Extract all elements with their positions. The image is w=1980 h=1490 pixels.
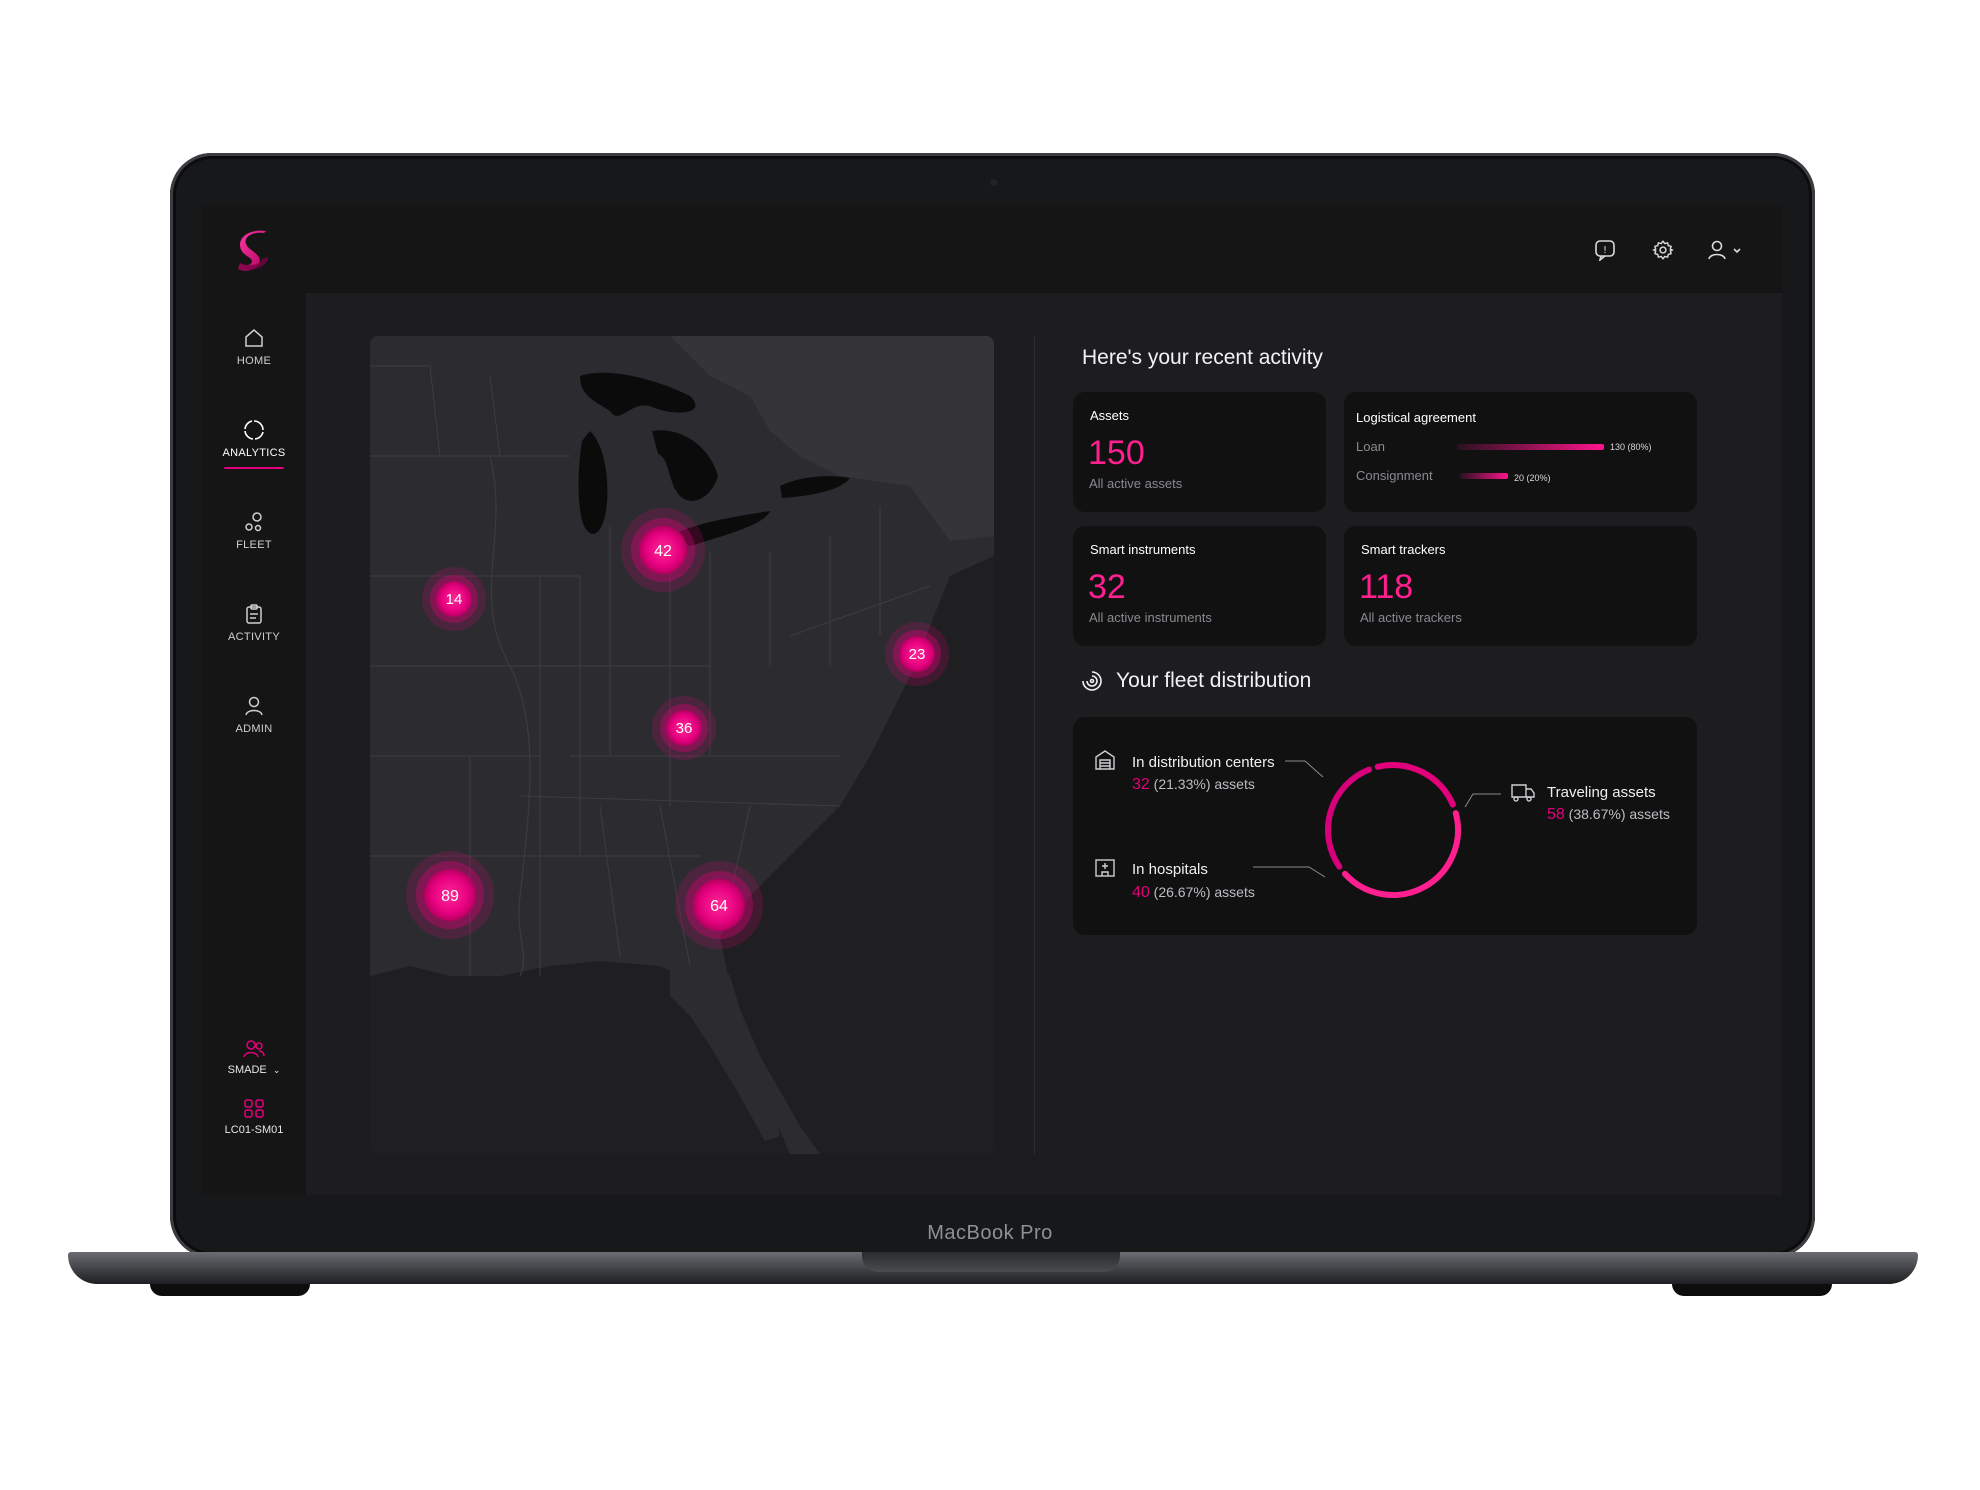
assets-card[interactable]: Assets 150 All active assets	[1073, 392, 1326, 512]
smart-instruments-card[interactable]: Smart instruments 32 All active instrume…	[1073, 526, 1326, 646]
camera-dot	[990, 179, 997, 186]
agreement-label-consignment: Consignment	[1356, 468, 1433, 483]
cluster-count: 36	[676, 720, 693, 737]
fleet-donut-chart	[1253, 760, 1501, 898]
leader-line-traveling	[1464, 793, 1501, 808]
chevron-down-icon	[1733, 248, 1741, 254]
org-label: SMADE	[227, 1064, 267, 1076]
sidebar-item-home[interactable]: HOME	[202, 327, 306, 367]
map-cluster-36[interactable]: 36	[652, 696, 716, 760]
assets-count: 150	[1088, 434, 1145, 472]
laptop-notch	[862, 1252, 1120, 1272]
sidebar-item-label: ADMIN	[235, 723, 273, 735]
chevron-down-icon: ⌄	[272, 1065, 281, 1075]
map-cluster-89[interactable]: 89	[406, 851, 494, 939]
map-cluster-23[interactable]: 23	[885, 622, 949, 686]
agreement-label-loan: Loan	[1356, 439, 1385, 454]
cluster-count: 23	[909, 646, 926, 663]
consignment-value: 20 (20%)	[1514, 473, 1551, 483]
clipboard-icon	[246, 604, 262, 624]
grid-icon	[244, 1099, 264, 1118]
fleet-distribution-card: In distribution centers 32 (21.33%) asse…	[1073, 717, 1697, 935]
card-title: Assets	[1090, 408, 1130, 423]
cluster-layer: 42 14 23 36 89 64	[406, 508, 949, 949]
analytics-icon	[244, 420, 264, 440]
sidebar-item-label: ACTIVITY	[228, 631, 280, 643]
admin-user-icon	[245, 696, 263, 716]
sidebar-item-analytics[interactable]: ANALYTICS	[202, 419, 306, 469]
cluster-count: 89	[441, 888, 459, 905]
smart-trackers-card[interactable]: Smart trackers 118 All active trackers	[1344, 526, 1697, 646]
trackers-count: 118	[1359, 568, 1414, 606]
user-icon	[1708, 240, 1741, 260]
cluster-count: 14	[446, 591, 463, 608]
loan-value: 130 (80%)	[1610, 442, 1652, 452]
loan-bar	[1457, 444, 1604, 450]
card-subtitle: All active trackers	[1360, 610, 1462, 625]
top-bar: !	[202, 205, 1782, 293]
sidebar-item-admin[interactable]: ADMIN	[202, 695, 306, 735]
brand-logo-icon[interactable]	[234, 229, 274, 273]
laptop-brand: MacBook Pro	[927, 1222, 1053, 1244]
card-subtitle: All active assets	[1089, 476, 1183, 491]
gear-icon[interactable]	[1648, 235, 1678, 265]
fleet-map[interactable]: 42 14 23 36 89 64	[370, 336, 994, 1154]
org-switcher[interactable]: SMADE ⌄	[202, 1039, 306, 1076]
app-screen: ! HOME ANALYTICS FLEET ACTIVITY ADMIN SM…	[202, 205, 1782, 1195]
logistical-agreement-card[interactable]: Logistical agreement Loan 130 (80%) Cons…	[1344, 392, 1697, 512]
user-menu-button[interactable]	[1706, 235, 1752, 265]
svg-text:!: !	[1603, 245, 1607, 256]
consignment-bar	[1460, 473, 1508, 479]
leader-line-hospitals	[1253, 866, 1326, 878]
sidebar: HOME ANALYTICS FLEET ACTIVITY ADMIN SMAD…	[202, 293, 306, 1195]
cluster-count: 64	[710, 898, 728, 915]
panel-divider	[1034, 336, 1035, 1154]
recent-activity-title: Here's your recent activity	[1082, 346, 1323, 369]
sidebar-item-fleet[interactable]: FLEET	[202, 511, 306, 551]
active-indicator	[224, 467, 284, 469]
map-cluster-42[interactable]: 42	[621, 508, 705, 592]
donut-segment-distribution-centers[interactable]	[1374, 762, 1456, 808]
instruments-count: 32	[1088, 568, 1126, 606]
donut-arcs	[1325, 762, 1461, 898]
device-switcher[interactable]: LC01-SM01	[202, 1099, 306, 1136]
group-icon	[243, 1040, 265, 1058]
map-cluster-14[interactable]: 14	[422, 567, 486, 631]
sidebar-item-label: FLEET	[236, 539, 272, 551]
donut-segment-hospitals[interactable]	[1325, 766, 1373, 870]
help-bubble-icon[interactable]: !	[1590, 235, 1620, 265]
sidebar-item-activity[interactable]: ACTIVITY	[202, 603, 306, 643]
card-title: Smart trackers	[1361, 542, 1446, 557]
donut-segment-traveling[interactable]	[1341, 810, 1461, 898]
fleet-icon	[245, 512, 262, 532]
card-title: Logistical agreement	[1356, 410, 1476, 425]
card-title: Smart instruments	[1090, 542, 1196, 557]
home-icon	[245, 329, 263, 347]
map-cluster-64[interactable]: 64	[675, 861, 763, 949]
laptop-foot-right	[1672, 1284, 1832, 1296]
leader-line-distribution	[1285, 760, 1324, 778]
fleet-distribution-title: Your fleet distribution	[1116, 669, 1312, 692]
device-label: LC01-SM01	[224, 1124, 284, 1136]
cluster-count: 42	[654, 543, 672, 560]
laptop-foot-left	[150, 1284, 310, 1296]
distribution-icon	[1082, 671, 1102, 691]
card-subtitle: All active instruments	[1089, 610, 1212, 625]
sidebar-item-label: ANALYTICS	[222, 447, 286, 459]
sidebar-item-label: HOME	[236, 355, 272, 367]
